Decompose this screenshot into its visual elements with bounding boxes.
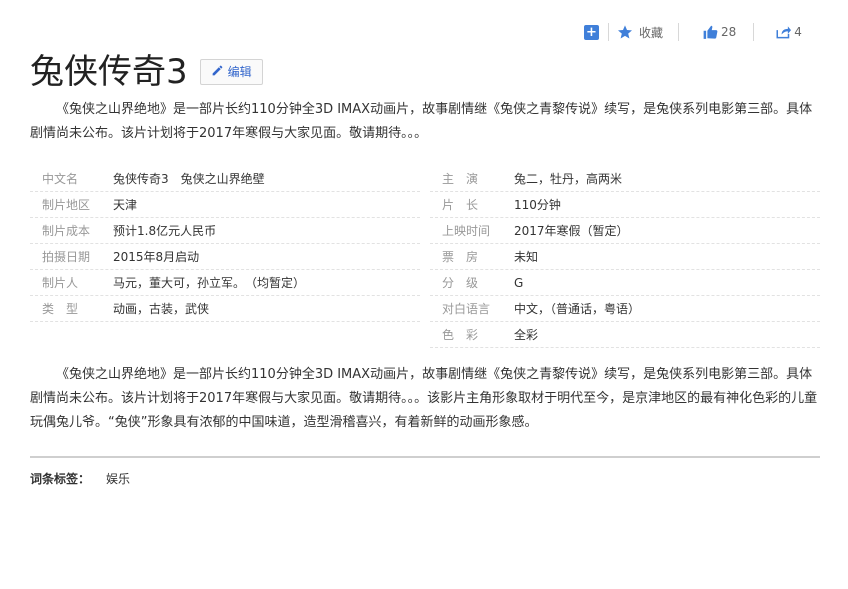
edit-button[interactable]: 编辑 <box>199 58 263 85</box>
info-label: 拍摄日期 <box>42 250 91 264</box>
info-row: 票 房 未知 <box>430 244 820 270</box>
entry-tags: 词条标签： 娱乐 <box>30 470 130 487</box>
info-value: 兔二，牡丹，高两米 <box>514 172 623 186</box>
info-label: 主 演 <box>442 172 479 186</box>
info-row: 中文名 兔侠传奇3 兔侠之山界绝壁 <box>30 166 420 192</box>
favorite-label: 收藏 <box>639 25 664 40</box>
info-row: 对白语言 中文，（普通话，粤语） <box>430 296 820 322</box>
info-value: 未知 <box>514 250 539 264</box>
info-value: 2017年寒假（暂定） <box>514 224 629 238</box>
info-label: 类 型 <box>42 302 79 316</box>
info-value: 110分钟 <box>514 198 561 212</box>
favorite-button[interactable]: 收藏 <box>617 24 663 41</box>
info-row: 分 级G <box>430 270 820 296</box>
info-value: 预计1.8亿元人民币 <box>113 224 217 238</box>
pencil-icon <box>211 64 228 80</box>
section-divider <box>30 456 820 458</box>
title-row: 兔侠传奇3 编辑 <box>30 44 263 93</box>
basic-info-table: 中文名 兔侠传奇3 兔侠之山界绝壁 制片地区 天津 制片成本 预计1.8亿元人民币 拍… <box>30 166 820 348</box>
star-icon <box>617 24 633 40</box>
share-count: 4 <box>794 25 802 39</box>
info-row: 类 型 动画，古装，武侠 <box>30 296 420 322</box>
info-value: G <box>514 275 524 290</box>
tags-label: 词条标签： <box>30 472 91 486</box>
info-value: 马元，董大可，孙立军。 （均暂定） <box>113 276 306 290</box>
info-row: 制片成本 预计1.8亿元人民币 <box>30 218 420 244</box>
edit-label: 编辑 <box>227 65 252 79</box>
description-paragraph: 《兔侠之山界绝地》是一部片长约110分钟全3D IMAX动画片，故事剧情继《兔侠… <box>30 367 818 430</box>
info-row: 色 彩 全彩 <box>430 322 820 348</box>
info-row: 片 长 110分钟 <box>430 192 820 218</box>
tag-link[interactable]: 娱乐 <box>106 470 130 487</box>
info-value: 中文，（普通话，粤语） <box>514 302 641 316</box>
info-row: 上映时间 2017年寒假（暂定） <box>430 218 820 244</box>
info-label: 上映时间 <box>442 224 491 238</box>
info-label: 对白语言 <box>442 302 491 316</box>
toolbar-separator <box>753 23 755 41</box>
toolbar-separator <box>608 23 609 41</box>
action-toolbar: + 收藏 28 4 <box>584 22 802 42</box>
page-title: 兔侠传奇3 <box>30 52 188 92</box>
info-label: 中文名 <box>42 172 79 186</box>
info-row: 制片人 马元，董大可，孙立军。 （均暂定） <box>30 270 420 296</box>
share-icon <box>776 25 792 39</box>
info-row: 制片地区 天津 <box>30 192 420 218</box>
info-label: 分 级 <box>442 276 479 290</box>
info-value: 天津 <box>113 198 138 212</box>
info-label: 票 房 <box>442 250 479 264</box>
info-value: 2015年8月启动 <box>113 250 200 264</box>
like-button[interactable]: 28 <box>703 25 736 39</box>
thumbs-up-icon <box>703 25 718 39</box>
info-label: 制片地区 <box>42 198 91 212</box>
info-label: 制片成本 <box>42 224 91 238</box>
like-count: 28 <box>721 25 737 39</box>
info-row: 主 演 兔二，牡丹，高两米 <box>430 166 820 192</box>
info-value: 全彩 <box>514 328 539 342</box>
info-row: 拍摄日期 2015年8月启动 <box>30 244 420 270</box>
info-value: 动画，古装，武侠 <box>113 302 210 316</box>
info-label: 制片人 <box>42 276 79 290</box>
share-button[interactable]: 4 <box>776 25 802 39</box>
toolbar-separator <box>678 23 680 41</box>
basic-info-right: 主 演 兔二，牡丹，高两米 片 长 110分钟 上映时间 2017年寒假（暂定） 票 … <box>430 166 820 348</box>
basic-info-left: 中文名 兔侠传奇3 兔侠之山界绝壁 制片地区 天津 制片成本 预计1.8亿元人民币 拍… <box>30 166 420 348</box>
summary-paragraph: 《兔侠之山界绝地》是一部片长约110分钟全3D IMAX动画片，故事剧情继《兔侠… <box>30 102 813 141</box>
info-label: 片 长 <box>442 198 479 212</box>
info-label: 色 彩 <box>442 328 479 342</box>
info-value: 兔侠传奇3 兔侠之山界绝壁 <box>113 172 265 186</box>
add-icon[interactable]: + <box>584 24 599 40</box>
